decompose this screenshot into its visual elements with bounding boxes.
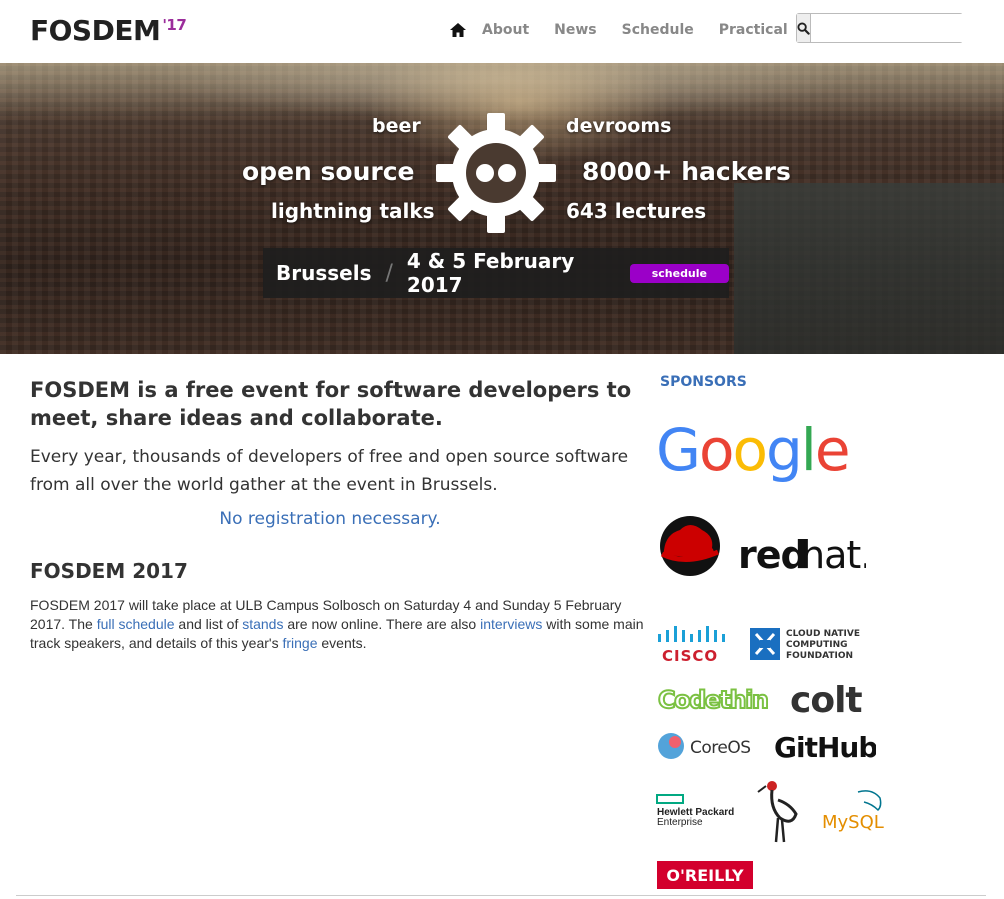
sponsor-crane[interactable]: [756, 778, 804, 848]
site-header: FOSDEM '17 About News Schedule Practical: [0, 0, 1004, 63]
sponsor-redhat[interactable]: red hat.: [656, 516, 872, 584]
svg-text:red: red: [738, 533, 807, 577]
sponsor-codethink[interactable]: Codethink: [656, 680, 787, 720]
schedule-button[interactable]: schedule: [629, 263, 729, 283]
coreos-logo: CoreOS: [658, 733, 751, 759]
cisco-logo: CISCO: [658, 626, 725, 665]
hero-word-lightning: lightning talks: [271, 199, 435, 223]
event-city: Brussels: [276, 261, 372, 285]
svg-text:O'REILLY: O'REILLY: [666, 866, 744, 885]
event-date-bar: Brussels / 4 & 5 February 2017 schedule: [263, 248, 729, 298]
sponsor-github[interactable]: GitHub: [772, 726, 878, 770]
site-logo[interactable]: FOSDEM '17: [30, 14, 187, 47]
sponsor-google[interactable]: Google: [656, 414, 856, 490]
intro-sublead: Every year, thousands of developers of f…: [30, 447, 629, 495]
svg-text:Enterprise: Enterprise: [657, 817, 703, 828]
oreilly-logo: O'REILLY: [657, 861, 753, 889]
redhat-logo: red hat.: [660, 516, 872, 577]
stands-link[interactable]: stands: [242, 616, 283, 632]
hero-stage: [734, 183, 1004, 354]
sponsor-hpe[interactable]: Hewlett Packard Enterprise: [656, 794, 744, 834]
svg-text:FOUNDATION: FOUNDATION: [786, 651, 853, 661]
nav-practical[interactable]: Practical: [719, 22, 788, 38]
svg-text:hat.: hat.: [801, 533, 866, 577]
svg-text:GitHub: GitHub: [774, 731, 876, 764]
cncf-logo: CLOUD NATIVE COMPUTING FOUNDATION: [750, 628, 860, 661]
github-logo: GitHub: [774, 731, 878, 764]
full-schedule-link[interactable]: full schedule: [97, 616, 175, 632]
sponsors-title: SPONSORS: [660, 374, 747, 390]
hero-banner: beer devrooms open source 8000+ hackers …: [0, 63, 1004, 354]
para-text: events.: [317, 635, 367, 651]
interviews-link[interactable]: interviews: [480, 616, 542, 632]
logo-text: FOSDEM: [30, 14, 161, 47]
fosdem-gear-icon: [436, 113, 556, 233]
svg-text:MySQL: MySQL: [822, 812, 884, 833]
sponsor-cncf[interactable]: CLOUD NATIVE COMPUTING FOUNDATION: [750, 626, 870, 666]
event-description: FOSDEM 2017 will take place at ULB Campu…: [30, 596, 650, 653]
hero-word-open-source: open source: [242, 157, 415, 186]
crane-bird-icon: [757, 781, 798, 843]
main-nav: About News Schedule Practical: [448, 20, 813, 40]
footer-divider: [16, 895, 986, 896]
hero-word-hackers: 8000+ hackers: [582, 157, 791, 186]
intro-lead: FOSDEM is a free event for software deve…: [30, 378, 632, 430]
svg-text:Google: Google: [656, 416, 849, 484]
svg-text:Codethink: Codethink: [658, 686, 768, 714]
svg-text:COMPUTING: COMPUTING: [786, 640, 848, 650]
colt-logo: colt: [790, 680, 863, 721]
nav-schedule[interactable]: Schedule: [622, 22, 694, 38]
sponsor-cisco[interactable]: CISCO: [656, 624, 728, 668]
search-icon: [797, 21, 810, 35]
hero-word-lectures: 643 lectures: [566, 199, 707, 223]
hero-word-beer: beer: [372, 115, 421, 137]
google-logo: Google: [656, 416, 851, 484]
hpe-logo: Hewlett Packard Enterprise: [656, 794, 734, 828]
fringe-link[interactable]: fringe: [282, 635, 317, 651]
logo-year: '17: [162, 16, 187, 34]
nav-news[interactable]: News: [554, 22, 596, 38]
search-input[interactable]: [811, 14, 993, 42]
para-text: and list of: [174, 616, 243, 632]
no-registration-link[interactable]: No registration necessary.: [30, 509, 630, 529]
section-heading: FOSDEM 2017: [30, 559, 188, 583]
date-separator: /: [385, 260, 393, 286]
sponsor-mysql[interactable]: MySQL: [820, 786, 890, 838]
home-icon[interactable]: [448, 20, 468, 40]
svg-text:colt: colt: [790, 680, 862, 720]
codethink-logo: Codethink: [657, 685, 787, 715]
hero-word-devrooms: devrooms: [566, 115, 672, 137]
svg-text:CoreOS: CoreOS: [690, 738, 751, 758]
sponsor-oreilly[interactable]: O'REILLY: [657, 861, 753, 893]
sponsor-coreos[interactable]: CoreOS: [656, 730, 756, 768]
event-date: 4 & 5 February 2017: [406, 249, 575, 297]
search-button[interactable]: [797, 14, 811, 42]
para-text: are now online. There are also: [283, 616, 481, 632]
svg-text:CISCO: CISCO: [662, 647, 718, 664]
mysql-logo: MySQL: [822, 790, 884, 833]
search-box: [796, 13, 993, 43]
svg-text:CLOUD NATIVE: CLOUD NATIVE: [786, 629, 860, 639]
nav-about[interactable]: About: [482, 22, 529, 38]
sponsor-colt[interactable]: colt: [788, 676, 878, 724]
